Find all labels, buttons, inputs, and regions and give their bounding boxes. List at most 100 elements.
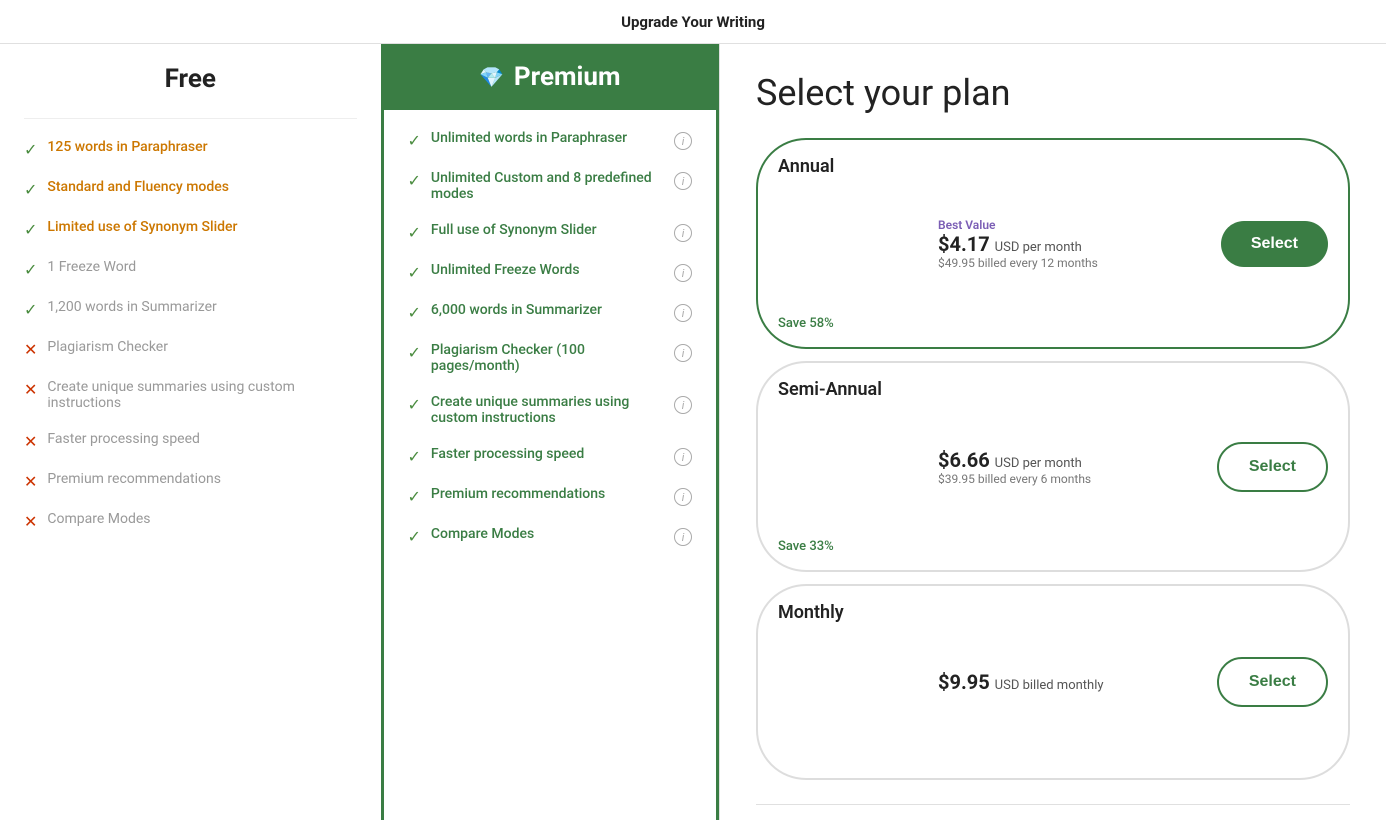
check-icon: ✓ <box>408 395 421 414</box>
free-feature-text: Compare Modes <box>47 511 150 527</box>
main-container: Free ✓ 125 words in Paraphraser ✓ Standard … <box>0 44 1386 820</box>
check-icon: ✓ <box>408 487 421 506</box>
free-feature-text: Create unique summaries using custom ins… <box>47 379 356 411</box>
plan-cards: AnnualSave 58% Best Value$4.17 USD per mo… <box>756 138 1350 780</box>
check-icon: ✓ <box>408 131 421 150</box>
info-icon[interactable]: i <box>674 528 692 546</box>
free-feature-item: ✓ 1,200 words in Summarizer <box>24 299 357 319</box>
plan-save-badge: Save 58% <box>778 316 938 331</box>
check-icon: ✓ <box>408 447 421 466</box>
premium-feature-item: ✓ Full use of Synonym Slider i <box>408 222 693 242</box>
x-icon: ✕ <box>24 432 37 451</box>
info-icon[interactable]: i <box>674 344 692 362</box>
best-value-label: Best Value <box>938 218 1221 232</box>
free-feature-item: ✕Plagiarism Checker <box>24 339 357 359</box>
x-icon: ✕ <box>24 340 37 359</box>
info-icon[interactable]: i <box>674 396 692 414</box>
premium-feature-text: Faster processing speed <box>431 446 584 462</box>
premium-feature-text: Plagiarism Checker (100 pages/month) <box>431 342 666 374</box>
free-column: Free ✓ 125 words in Paraphraser ✓ Standard … <box>0 44 381 820</box>
premium-feature-item: ✓ Premium recommendations i <box>408 486 693 506</box>
divider <box>756 804 1350 805</box>
premium-header: 💎 Premium <box>384 44 717 110</box>
free-feature-text: 125 words in Paraphraser <box>47 139 207 155</box>
free-feature-item: ✕ Compare Modes <box>24 511 357 531</box>
free-feature-text: 1,200 words in Summarizer <box>47 299 216 315</box>
premium-feature-item: ✓ Unlimited Custom and 8 predefined modes… <box>408 170 693 202</box>
info-icon[interactable]: i <box>674 488 692 506</box>
premium-column: 💎 Premium ✓ Unlimited words in Paraphrase… <box>381 44 720 820</box>
check-icon: ✓ <box>24 260 37 279</box>
plan-card-semi-annual[interactable]: Semi-AnnualSave 33% $6.66 USD per month$3… <box>756 361 1350 572</box>
select-plan-button-monthly[interactable]: Select <box>1217 657 1328 707</box>
premium-feature-item: ✓ Compare Modes i <box>408 526 693 546</box>
premium-feature-item: ✓ 6,000 words in Summarizer i <box>408 302 693 322</box>
free-feature-item: ✕ Create unique summaries using custom in… <box>24 379 357 411</box>
select-plan-title: Select your plan <box>756 72 1350 114</box>
page-title: Upgrade Your Writing <box>621 13 765 31</box>
info-icon[interactable]: i <box>674 172 692 190</box>
free-feature-text: Premium recommendations <box>47 471 221 487</box>
info-icon[interactable]: i <box>674 224 692 242</box>
free-feature-item: ✕ Premium recommendations <box>24 471 357 491</box>
plan-card-annual[interactable]: AnnualSave 58% Best Value$4.17 USD per mo… <box>756 138 1350 349</box>
free-feature-text: Faster processing speed <box>47 431 200 447</box>
premium-feature-text: Full use of Synonym Slider <box>431 222 597 238</box>
check-icon: ✓ <box>408 527 421 546</box>
info-icon[interactable]: i <box>674 264 692 282</box>
free-feature-item: ✓ Limited use of Synonym Slider <box>24 219 357 239</box>
info-icon[interactable]: i <box>674 304 692 322</box>
check-icon: ✓ <box>408 171 421 190</box>
premium-feature-item: ✓ Create unique summaries using custom in… <box>408 394 693 426</box>
plan-price-sub: $49.95 billed every 12 months <box>938 256 1221 270</box>
plan-price-sub: $39.95 billed every 6 months <box>938 472 1217 486</box>
info-icon[interactable]: i <box>674 132 692 150</box>
plan-price-main: $4.17 USD per month <box>938 232 1221 256</box>
select-panel: Select your plan AnnualSave 58% Best Valu… <box>720 44 1386 820</box>
x-icon: ✕ <box>24 380 37 399</box>
plan-name: Annual <box>778 156 938 316</box>
free-feature-item: ✓ Standard and Fluency modes <box>24 179 357 199</box>
check-icon: ✓ <box>408 223 421 242</box>
x-icon: ✕ <box>24 472 37 491</box>
premium-feature-item: ✓ Plagiarism Checker (100 pages/month) i <box>408 342 693 374</box>
select-plan-button-annual[interactable]: Select <box>1221 221 1328 267</box>
info-icon[interactable]: i <box>674 448 692 466</box>
free-feature-list: ✓ 125 words in Paraphraser ✓ Standard and F… <box>24 139 357 531</box>
free-feature-text: Standard and Fluency modes <box>47 179 229 195</box>
premium-feature-text: Create unique summaries using custom ins… <box>431 394 666 426</box>
select-plan-button-semi-annual[interactable]: Select <box>1217 442 1328 492</box>
check-icon: ✓ <box>408 263 421 282</box>
plan-price-main: $9.95 USD billed monthly <box>938 670 1217 694</box>
free-feature-item: ✕ Faster processing speed <box>24 431 357 451</box>
plans-panel: Free ✓ 125 words in Paraphraser ✓ Standard … <box>0 44 720 820</box>
free-title: Free <box>24 64 357 119</box>
check-icon: ✓ <box>24 300 37 319</box>
check-icon: ✓ <box>408 343 421 362</box>
plan-name: Semi-Annual <box>778 379 938 539</box>
check-icon: ✓ <box>24 180 37 199</box>
top-bar: Upgrade Your Writing <box>0 0 1386 44</box>
free-feature-text: Limited use of Synonym Slider <box>47 219 237 235</box>
premium-feature-text: Unlimited Freeze Words <box>431 262 580 278</box>
premium-feature-text: Compare Modes <box>431 526 534 542</box>
plan-name: Monthly <box>778 602 938 762</box>
free-feature-item: ✓ 1 Freeze Word <box>24 259 357 279</box>
premium-feature-text: 6,000 words in Summarizer <box>431 302 602 318</box>
premium-feature-text: Premium recommendations <box>431 486 605 502</box>
check-icon: ✓ <box>24 220 37 239</box>
premium-feature-item: ✓ Unlimited Freeze Words i <box>408 262 693 282</box>
plan-price-main: $6.66 USD per month <box>938 448 1217 472</box>
premium-features: ✓ Unlimited words in Paraphraser i ✓ Unlimit… <box>384 110 717 820</box>
premium-feature-item: ✓ Unlimited words in Paraphraser i <box>408 130 693 150</box>
free-feature-text: 1 Freeze Word <box>47 259 136 275</box>
plan-card-monthly[interactable]: Monthly$9.95 USD billed monthlySelect <box>756 584 1350 780</box>
premium-feature-text: Unlimited Custom and 8 predefined modes <box>431 170 666 202</box>
check-icon: ✓ <box>24 140 37 159</box>
premium-feature-text: Unlimited words in Paraphraser <box>431 130 627 146</box>
x-icon: ✕ <box>24 512 37 531</box>
premium-feature-list: ✓ Unlimited words in Paraphraser i ✓ Unlimit… <box>408 130 693 546</box>
free-feature-item: ✓ 125 words in Paraphraser <box>24 139 357 159</box>
check-icon: ✓ <box>408 303 421 322</box>
plan-save-badge: Save 33% <box>778 539 938 554</box>
